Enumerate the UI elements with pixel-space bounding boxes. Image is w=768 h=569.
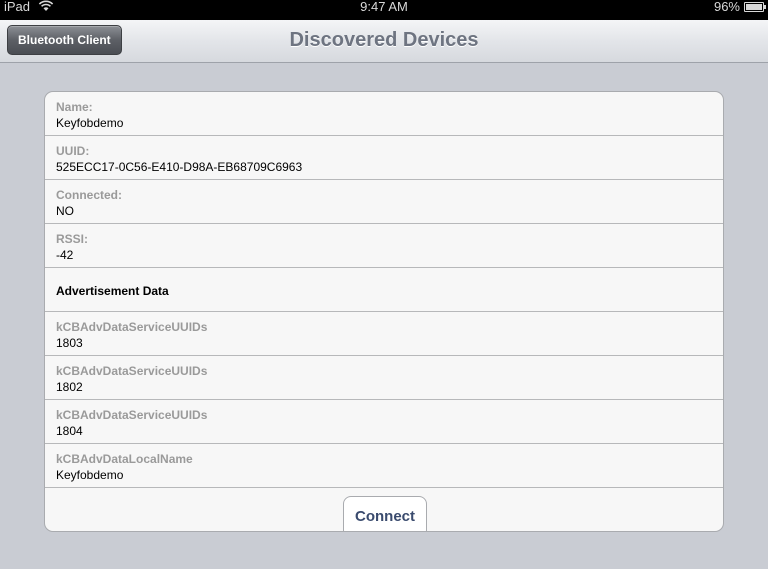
row-advertisement-header: Advertisement Data	[45, 268, 723, 312]
field-label: kCBAdvDataServiceUUIDs	[56, 364, 208, 378]
field-label: UUID:	[56, 144, 90, 158]
row-adv-item: kCBAdvDataServiceUUIDs 1802	[45, 356, 723, 400]
row-name: Name: Keyfobdemo	[45, 92, 723, 136]
field-value: Keyfobdemo	[56, 116, 124, 130]
field-value: 525ECC17-0C56-E410-D98A-EB68709C6963	[56, 160, 303, 174]
row-adv-item: kCBAdvDataServiceUUIDs 1804	[45, 400, 723, 444]
row-adv-item: kCBAdvDataLocalName Keyfobdemo	[45, 444, 723, 488]
field-label: Connected:	[56, 188, 122, 202]
field-value: Keyfobdemo	[56, 468, 124, 482]
field-label: kCBAdvDataLocalName	[56, 452, 193, 466]
field-label: RSSI:	[56, 232, 89, 246]
field-label: Name:	[56, 100, 93, 114]
row-uuid: UUID: 525ECC17-0C56-E410-D98A-EB68709C69…	[45, 136, 723, 180]
field-value: -42	[56, 248, 74, 262]
row-connect: Connect	[45, 488, 723, 531]
field-value: 1802	[56, 380, 83, 394]
field-label: kCBAdvDataServiceUUIDs	[56, 320, 208, 334]
row-adv-item: kCBAdvDataServiceUUIDs 1803	[45, 312, 723, 356]
field-value: 1804	[56, 424, 83, 438]
clock: 9:47 AM	[360, 0, 408, 14]
battery-icon	[744, 2, 766, 12]
navigation-bar: Bluetooth Client Discovered Devices	[0, 20, 768, 63]
battery-percent: 96%	[713, 0, 740, 14]
row-connected: Connected: NO	[45, 180, 723, 224]
page-title: Discovered Devices	[289, 29, 479, 51]
row-rssi: RSSI: -42	[45, 224, 723, 268]
status-bar: iPad 9:47 AM 96%	[0, 0, 768, 20]
device-details-table: Name: Keyfobdemo UUID: 525ECC17-0C56-E41…	[44, 91, 724, 532]
connect-button[interactable]: Connect	[343, 496, 427, 531]
field-label: kCBAdvDataServiceUUIDs	[56, 408, 208, 422]
section-header: Advertisement Data	[56, 284, 169, 298]
field-value: NO	[56, 204, 74, 218]
field-value: 1803	[56, 336, 83, 350]
